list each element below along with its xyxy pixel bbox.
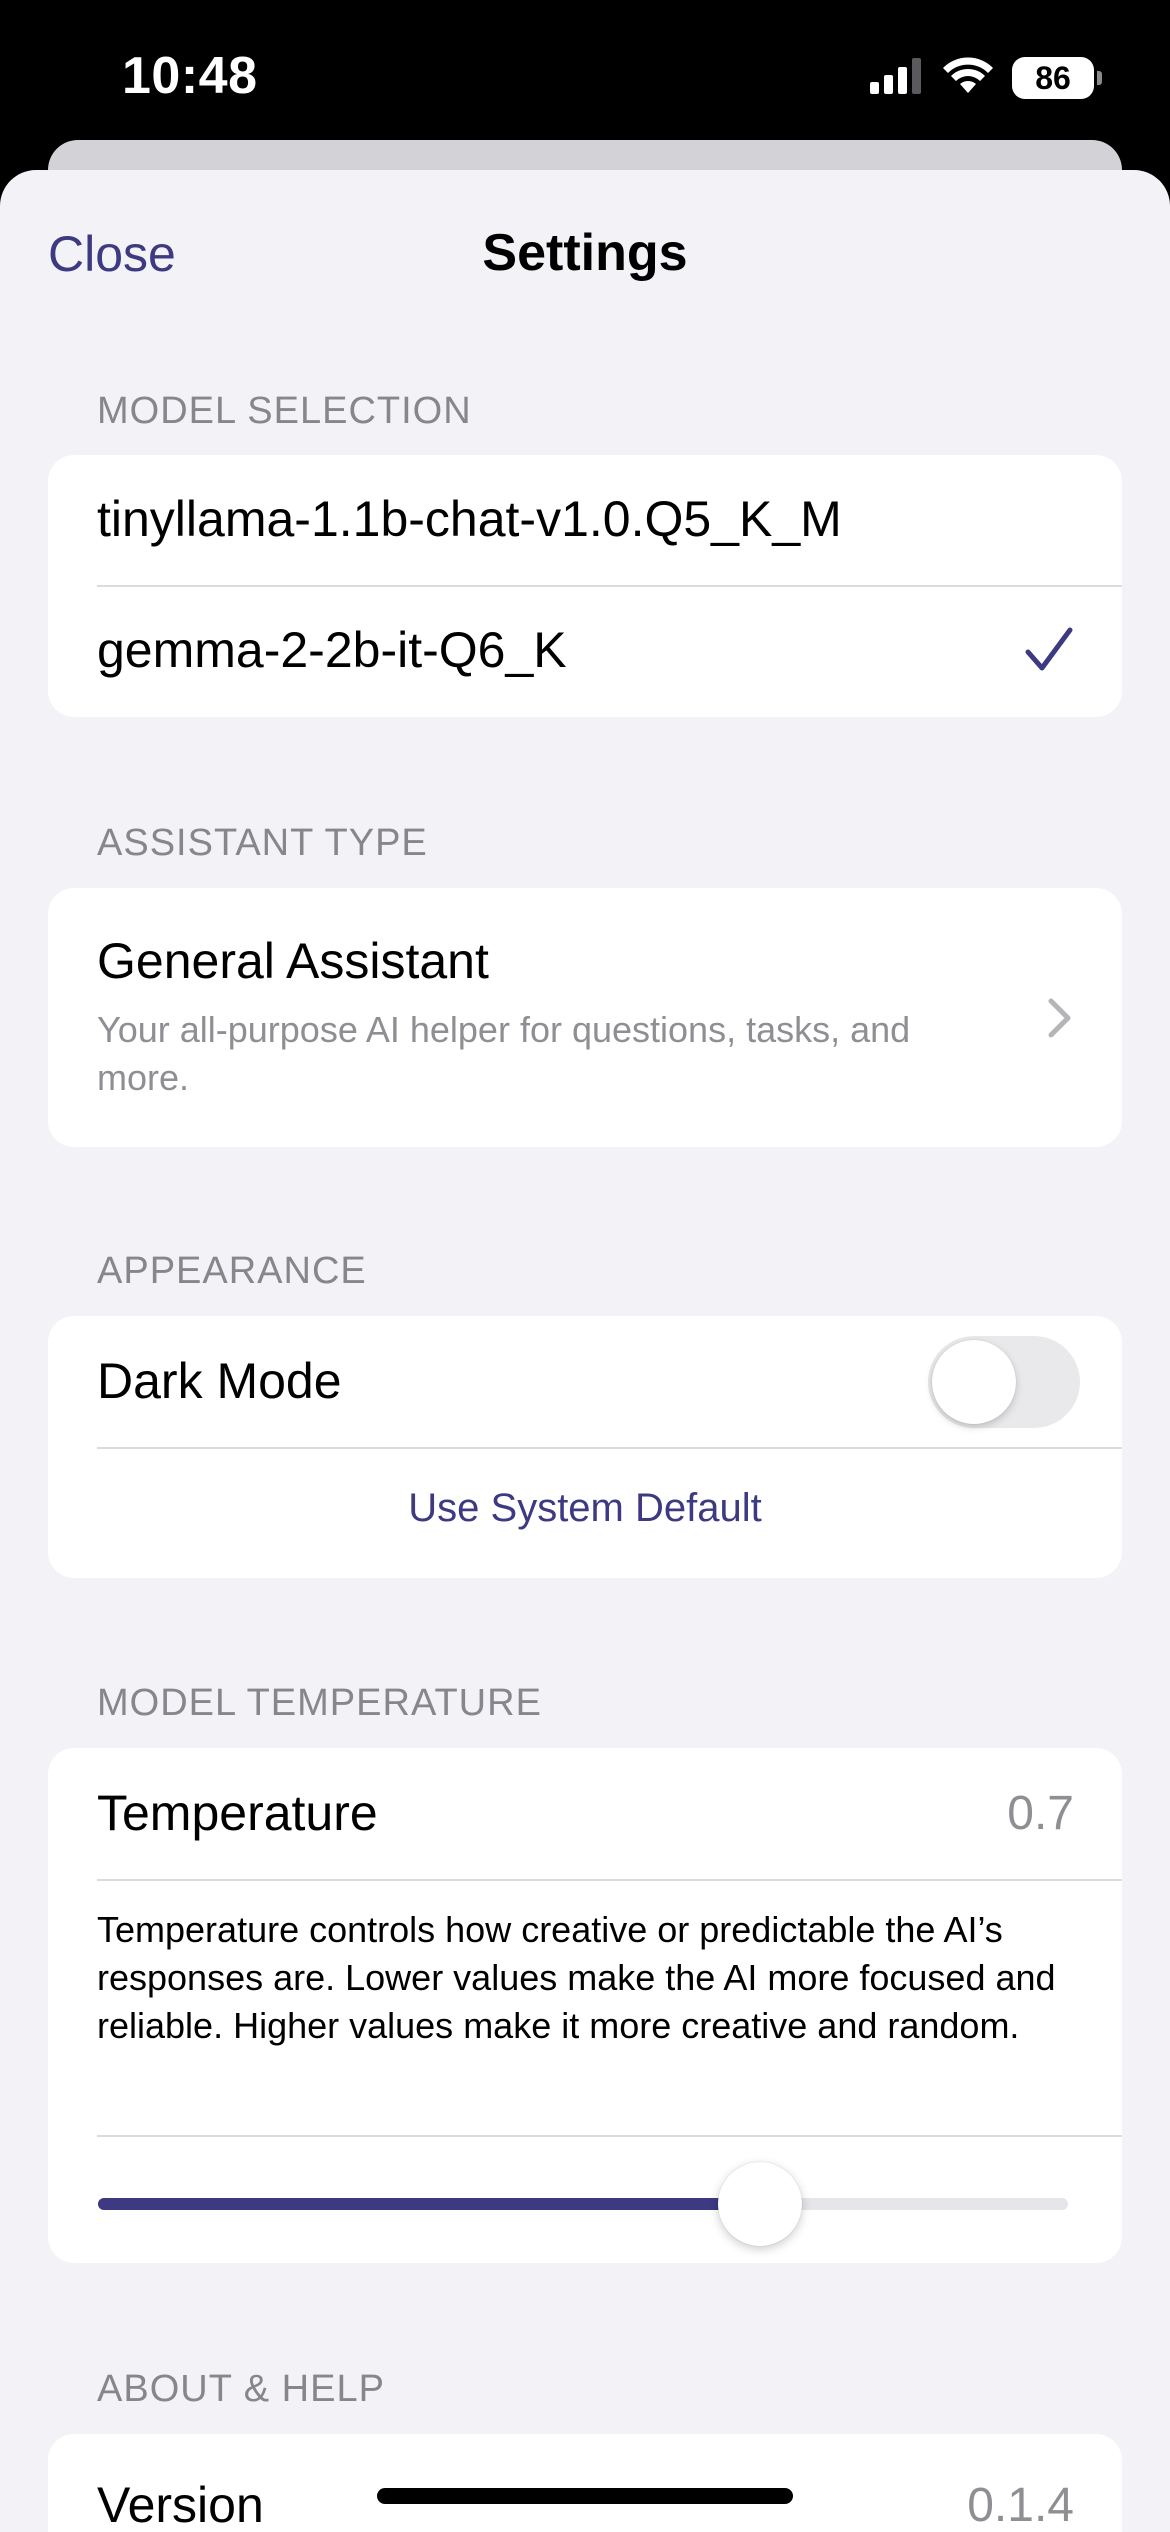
divider [97,1447,1122,1449]
divider [97,1879,1122,1881]
temperature-description: Temperature controls how creative or pre… [97,1909,1056,2046]
model-selection-header: MODEL SELECTION [97,390,472,432]
version-label: Version [97,2477,264,2532]
dark-mode-toggle[interactable] [928,1336,1080,1428]
toggle-knob [932,1340,1016,1424]
dark-mode-label: Dark Mode [97,1353,342,1409]
checkmark-icon [1024,625,1074,680]
model-temperature-header: MODEL TEMPERATURE [97,1682,542,1724]
about-help-card: Version 0.1.4 [48,2434,1122,2532]
assistant-type-header: ASSISTANT TYPE [97,822,428,864]
model-temperature-card: Temperature 0.7 Temperature controls how… [48,1748,1122,2263]
model-selection-card: tinyllama-1.1b-chat-v1.0.Q5_K_M gemma-2-… [48,455,1122,717]
home-indicator [377,2488,793,2504]
dark-mode-row: Dark Mode [48,1316,1122,1447]
model-option-tinyllama[interactable]: tinyllama-1.1b-chat-v1.0.Q5_K_M [48,455,1122,586]
divider [97,2135,1122,2137]
assistant-type-description: Your all-purpose AI helper for questions… [97,1009,911,1098]
temperature-slider[interactable] [98,2162,1068,2246]
status-time: 10:48 [122,47,258,105]
status-bar: 10:48 86 [0,0,1170,150]
about-help-header: ABOUT & HELP [97,2368,385,2410]
assistant-type-card[interactable]: General Assistant Your all-purpose AI he… [48,888,1122,1147]
wifi-icon [942,56,994,100]
slider-fill [98,2198,760,2210]
assistant-type-title: General Assistant [97,933,489,989]
appearance-header: APPEARANCE [97,1250,367,1292]
appearance-card: Dark Mode Use System Default [48,1316,1122,1578]
model-option-label: gemma-2-2b-it-Q6_K [97,622,567,678]
close-button[interactable]: Close [48,225,176,283]
use-system-default-button[interactable]: Use System Default [48,1486,1122,1531]
status-icons: 86 [870,56,1102,100]
model-option-gemma[interactable]: gemma-2-2b-it-Q6_K [48,587,1122,717]
temperature-label: Temperature [97,1785,378,1841]
version-value: 0.1.4 [967,2479,1074,2532]
chevron-right-icon [1046,996,1074,1045]
temperature-value: 0.7 [1007,1787,1074,1840]
cellular-signal-icon [870,57,924,99]
slider-thumb[interactable] [717,2162,802,2246]
battery-icon: 86 [1012,57,1102,99]
settings-sheet: Settings Close MODEL SELECTION tinyllama… [0,170,1170,2532]
model-option-label: tinyllama-1.1b-chat-v1.0.Q5_K_M [97,491,842,547]
